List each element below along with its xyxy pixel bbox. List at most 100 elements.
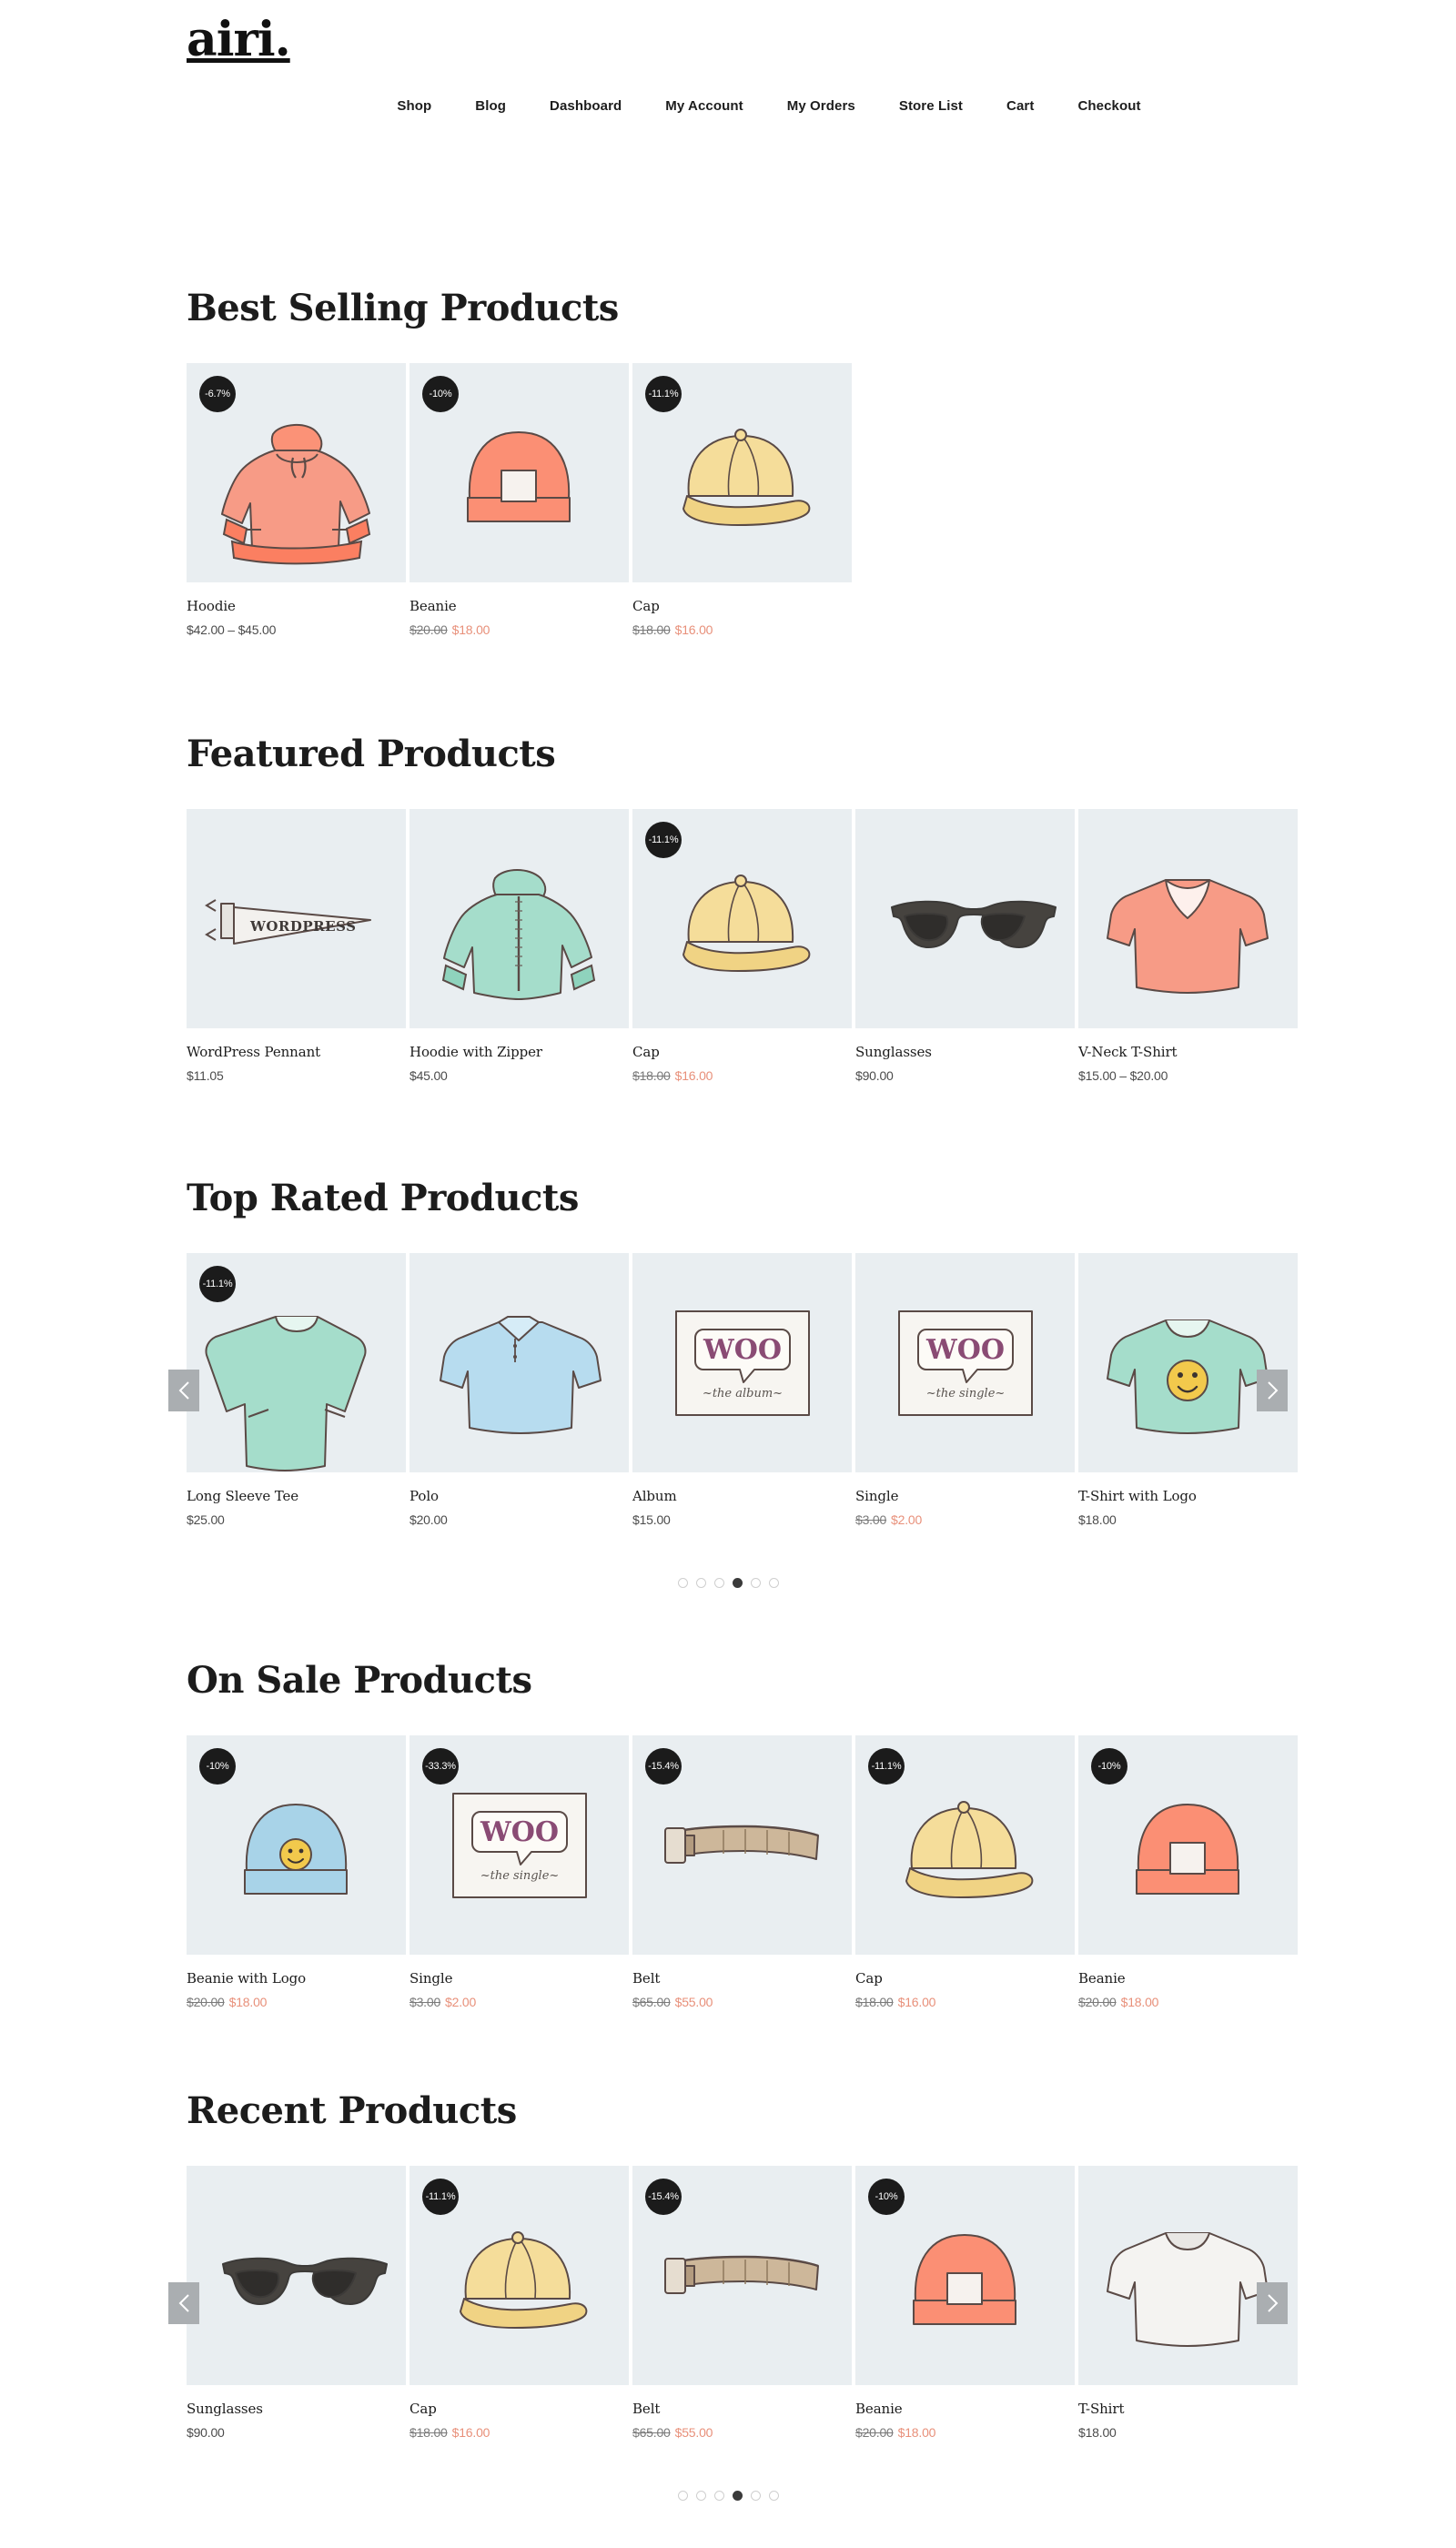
- product-name[interactable]: Hoodie: [187, 598, 406, 614]
- product-card[interactable]: -10% Beanie $20.00 $18.00: [855, 2166, 1075, 2440]
- product-card[interactable]: -10% Beanie $20.00 $18.00: [410, 363, 629, 637]
- nav-item-dashboard[interactable]: Dashboard: [528, 98, 643, 114]
- carousel-dot[interactable]: [768, 2491, 779, 2501]
- nav-item-my-account[interactable]: My Account: [643, 98, 764, 114]
- product-card[interactable]: -11.1% Cap $18.00 $16.00: [855, 1735, 1075, 2009]
- product-name[interactable]: Belt: [632, 2401, 852, 2417]
- product-image[interactable]: -11.1%: [855, 1735, 1075, 1955]
- product-image[interactable]: -6.7%: [187, 363, 406, 582]
- product-image[interactable]: -15.4%: [632, 1735, 852, 1955]
- product-card[interactable]: WOO ~the album~ Album $15.00: [632, 1253, 852, 1527]
- product-name[interactable]: Sunglasses: [187, 2401, 406, 2417]
- chevron-left-icon: [178, 1380, 189, 1400]
- product-name[interactable]: Cap: [632, 598, 852, 614]
- product-name[interactable]: WordPress Pennant: [187, 1044, 406, 1060]
- nav-item-cart[interactable]: Cart: [985, 98, 1056, 114]
- product-image[interactable]: [1078, 2166, 1298, 2385]
- product-card[interactable]: WOO ~the single~ Single $3.00 $2.00: [855, 1253, 1075, 1527]
- carousel-dot[interactable]: [695, 2491, 706, 2501]
- carousel-next-button[interactable]: [1257, 1369, 1288, 1411]
- product-image[interactable]: [1078, 809, 1298, 1028]
- product-card[interactable]: WORDPRESS WordPress Pennant $11.05: [187, 809, 406, 1083]
- product-name[interactable]: Beanie: [855, 2401, 1075, 2417]
- product-name[interactable]: Cap: [855, 1970, 1075, 1987]
- carousel-dot[interactable]: [750, 1578, 761, 1588]
- carousel-dot[interactable]: [768, 1578, 779, 1588]
- section-best-selling: Best Selling Products -6.7% Hoodie $42.00 …: [0, 114, 1456, 637]
- product-name[interactable]: T-Shirt with Logo: [1078, 1488, 1298, 1504]
- carousel-dot[interactable]: [713, 1578, 724, 1588]
- product-name[interactable]: Belt: [632, 1970, 852, 1987]
- product-card[interactable]: -11.1% Cap $18.00 $16.00: [632, 809, 852, 1083]
- product-card[interactable]: -11.1% Cap $18.00 $16.00: [632, 363, 852, 637]
- product-image[interactable]: -10%: [855, 2166, 1075, 2385]
- product-image[interactable]: -10%: [187, 1735, 406, 1955]
- nav-item-shop[interactable]: Shop: [375, 98, 453, 114]
- product-image[interactable]: -11.1%: [632, 809, 852, 1028]
- product-grid: -6.7% Hoodie $42.00 – $45.00 -10% Beanie $20…: [187, 363, 1269, 637]
- carousel-dot[interactable]: [732, 2491, 743, 2501]
- product-card[interactable]: Polo $20.00: [410, 1253, 629, 1527]
- product-price: $65.00 $55.00: [632, 1995, 852, 2009]
- product-image[interactable]: -11.1%: [632, 363, 852, 582]
- product-name[interactable]: Beanie: [410, 598, 629, 614]
- site-logo[interactable]: airi.: [187, 16, 291, 64]
- product-image[interactable]: [410, 809, 629, 1028]
- product-card[interactable]: Sunglasses $90.00: [855, 809, 1075, 1083]
- product-name[interactable]: Beanie with Logo: [187, 1970, 406, 1987]
- price-sale: $16.00: [451, 2425, 490, 2440]
- nav-item-store-list[interactable]: Store List: [877, 98, 985, 114]
- product-name[interactable]: Polo: [410, 1488, 629, 1504]
- product-name[interactable]: T-Shirt: [1078, 2401, 1298, 2417]
- product-image[interactable]: WOO ~the album~: [632, 1253, 852, 1472]
- product-row: WORDPRESS WordPress Pennant $11.05 Hoodie…: [187, 809, 1298, 1083]
- carousel-next-button[interactable]: [1257, 2281, 1288, 2324]
- product-card[interactable]: -6.7% Hoodie $42.00 – $45.00: [187, 363, 406, 637]
- nav-item-blog[interactable]: Blog: [453, 98, 528, 114]
- product-image[interactable]: WORDPRESS: [187, 809, 406, 1028]
- product-image[interactable]: WOO ~the single~: [855, 1253, 1075, 1472]
- carousel-dot[interactable]: [677, 1578, 688, 1588]
- carousel-dot[interactable]: [750, 2491, 761, 2501]
- product-card[interactable]: -15.4% Belt $65.00 $55.00: [632, 2166, 852, 2440]
- product-name[interactable]: Beanie: [1078, 1970, 1298, 1987]
- product-card[interactable]: V-Neck T-Shirt $15.00 – $20.00: [1078, 809, 1298, 1083]
- product-card[interactable]: -15.4% Belt $65.00 $55.00: [632, 1735, 852, 2009]
- product-image[interactable]: [1078, 1253, 1298, 1472]
- carousel-dot[interactable]: [732, 1578, 743, 1588]
- product-card[interactable]: Sunglasses $90.00: [187, 2166, 406, 2440]
- carousel-prev-button[interactable]: [168, 1369, 199, 1411]
- product-image[interactable]: WOO ~the single~ -33.3%: [410, 1735, 629, 1955]
- product-name[interactable]: Hoodie with Zipper: [410, 1044, 629, 1060]
- product-card[interactable]: -11.1% Long Sleeve Tee $25.00: [187, 1253, 406, 1527]
- product-card[interactable]: Hoodie with Zipper $45.00: [410, 809, 629, 1083]
- product-image[interactable]: [187, 2166, 406, 2385]
- nav-item-my-orders[interactable]: My Orders: [765, 98, 877, 114]
- product-name[interactable]: Long Sleeve Tee: [187, 1488, 406, 1504]
- price-original: $20.00: [1078, 1995, 1117, 2009]
- product-row: -10% Beanie with Logo $20.00 $18.00 WOO ~th…: [187, 1735, 1298, 2009]
- product-name[interactable]: Cap: [632, 1044, 852, 1060]
- product-card[interactable]: WOO ~the single~ -33.3% Single $3.00 $2.00: [410, 1735, 629, 2009]
- nav-item-checkout[interactable]: Checkout: [1056, 98, 1162, 114]
- product-card[interactable]: -11.1% Cap $18.00 $16.00: [410, 2166, 629, 2440]
- product-image[interactable]: -11.1%: [187, 1253, 406, 1472]
- product-image[interactable]: [410, 1253, 629, 1472]
- product-card[interactable]: -10% Beanie $20.00 $18.00: [1078, 1735, 1298, 2009]
- product-name[interactable]: V-Neck T-Shirt: [1078, 1044, 1298, 1060]
- product-name[interactable]: Sunglasses: [855, 1044, 1075, 1060]
- product-name[interactable]: Single: [410, 1970, 629, 1987]
- product-image[interactable]: -15.4%: [632, 2166, 852, 2385]
- product-image[interactable]: -10%: [1078, 1735, 1298, 1955]
- product-image[interactable]: -11.1%: [410, 2166, 629, 2385]
- product-image[interactable]: [855, 809, 1075, 1028]
- product-image[interactable]: -10%: [410, 363, 629, 582]
- carousel-dot[interactable]: [695, 1578, 706, 1588]
- product-name[interactable]: Single: [855, 1488, 1075, 1504]
- carousel-prev-button[interactable]: [168, 2281, 199, 2324]
- product-name[interactable]: Album: [632, 1488, 852, 1504]
- carousel-dot[interactable]: [677, 2491, 688, 2501]
- product-card[interactable]: -10% Beanie with Logo $20.00 $18.00: [187, 1735, 406, 2009]
- carousel-dot[interactable]: [713, 2491, 724, 2501]
- product-name[interactable]: Cap: [410, 2401, 629, 2417]
